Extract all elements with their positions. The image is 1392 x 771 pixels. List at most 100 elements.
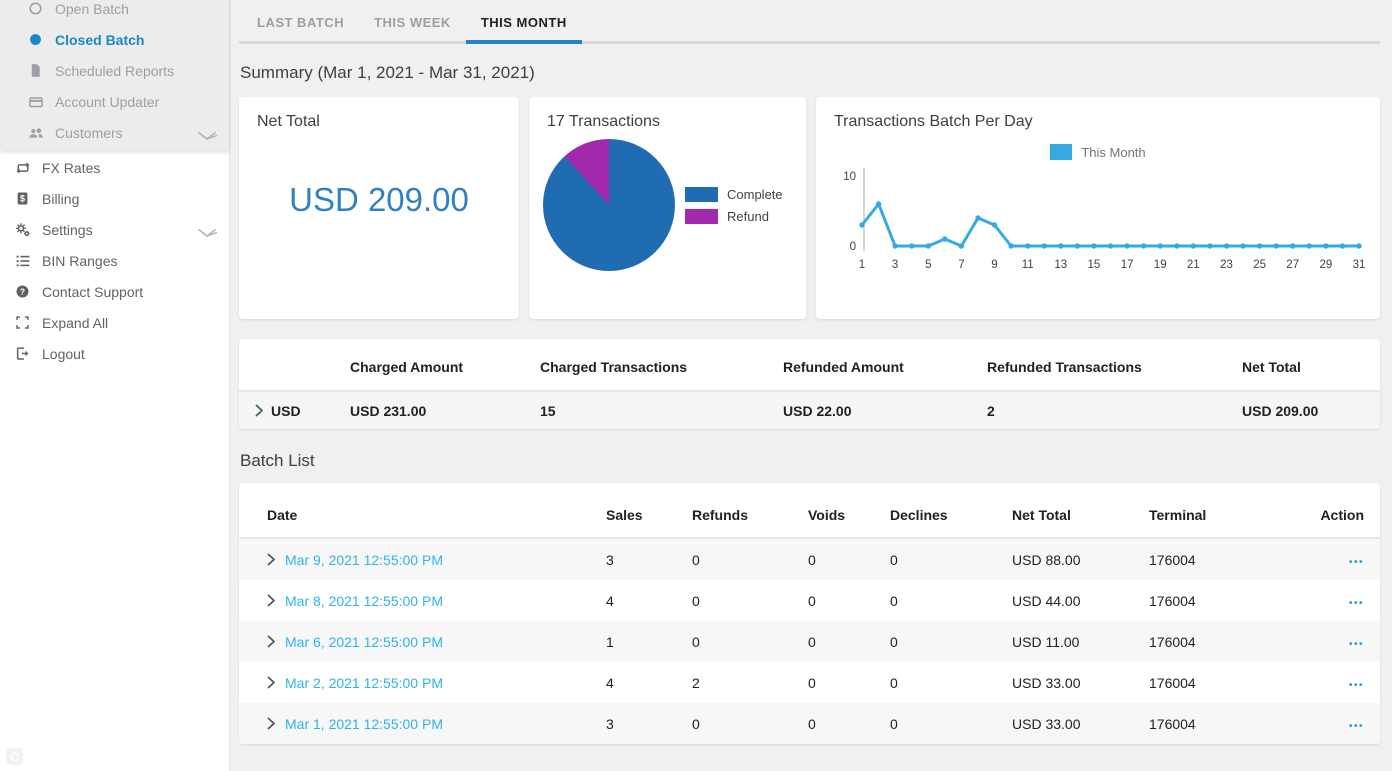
batch-date-cell: Mar 1, 2021 12:55:00 PM — [239, 716, 606, 732]
batch-declines: 0 — [890, 715, 898, 732]
chevron-right-icon — [255, 404, 264, 417]
batch-voids: 0 — [808, 551, 816, 568]
sidebar-item-account-updater[interactable]: Account Updater — [0, 86, 229, 117]
batch-date-link[interactable]: Mar 6, 2021 12:55:00 PM — [285, 634, 443, 650]
svg-text:9: 9 — [991, 259, 997, 271]
batch-table-header-cell: Declines — [890, 507, 948, 523]
svg-text:5: 5 — [925, 259, 931, 271]
batch-refunds: 2 — [692, 674, 700, 691]
sidebar-item-open-batch[interactable]: Open Batch — [0, 0, 229, 24]
chevron-down-icon[interactable] — [197, 225, 226, 241]
sidebar-item-expand-all[interactable]: Expand All — [0, 307, 229, 338]
summary-table-header-cell: Charged Amount — [350, 359, 464, 375]
batch-per-day-card-title: Transactions Batch Per Day — [834, 113, 1033, 130]
users-icon — [27, 124, 44, 141]
batch-date-cell: Mar 9, 2021 12:55:00 PM — [239, 552, 606, 568]
chevron-right-icon[interactable] — [267, 594, 276, 607]
row-actions-button[interactable]: ••• — [1349, 721, 1364, 732]
batch-sales: 3 — [606, 551, 614, 568]
svg-text:17: 17 — [1121, 259, 1134, 271]
sidebar-item-logout[interactable]: Logout — [0, 338, 229, 369]
batch-sales: 4 — [606, 674, 614, 691]
sidebar-item-bin-ranges[interactable]: BIN Ranges — [0, 245, 229, 276]
batch-date-cell: Mar 6, 2021 12:55:00 PM — [239, 634, 606, 650]
sidebar-item-label: Contact Support — [42, 283, 144, 300]
batch-voids: 0 — [808, 633, 816, 650]
transactions-card-title: 17 Transactions — [547, 113, 660, 130]
tab-this-month[interactable]: THIS MONTH — [465, 0, 582, 44]
sidebar: Open Batch Closed Batch Scheduled Reports A… — [0, 0, 230, 771]
summary-table-row: USD USD 231.00 15 USD 22.00 2 USD 209.00 — [239, 390, 1380, 429]
sidebar-item-customers[interactable]: Customers — [0, 117, 229, 148]
batch-table-header-cell: Action — [1320, 507, 1364, 523]
batch-table-header-cell: Terminal — [1149, 507, 1207, 523]
batch-voids: 0 — [808, 715, 816, 732]
sidebar-item-fx-rates[interactable]: FX Rates — [0, 152, 229, 183]
brand-logo-icon: C — [6, 748, 23, 765]
batch-sales: 1 — [606, 633, 614, 650]
row-actions-button[interactable]: ••• — [1349, 557, 1364, 568]
legend-label: Complete — [727, 186, 783, 202]
summary-table-header-row: Charged Amount Charged Transactions Refund… — [239, 339, 1380, 390]
svg-text:1: 1 — [859, 259, 865, 271]
batch-action-cell: ••• — [1309, 675, 1380, 691]
net-total-card-title: Net Total — [257, 113, 320, 130]
transactions-card: 17 Transactions Complete Refund — [529, 97, 806, 319]
tab-this-week[interactable]: THIS WEEK — [359, 0, 466, 44]
svg-text:10: 10 — [843, 171, 856, 183]
batch-date-link[interactable]: Mar 8, 2021 12:55:00 PM — [285, 593, 443, 609]
svg-text:23: 23 — [1220, 259, 1233, 271]
batch-list-heading: Batch List — [240, 451, 315, 470]
batch-declines: 0 — [890, 633, 898, 650]
legend-swatch — [685, 186, 718, 202]
summary-table-header-cell: Refunded Amount — [783, 359, 904, 375]
sidebar-item-label: Closed Batch — [55, 31, 145, 48]
sidebar-item-billing[interactable]: $ Billing — [0, 183, 229, 214]
chevron-right-icon[interactable] — [267, 717, 276, 730]
svg-text:13: 13 — [1054, 259, 1067, 271]
sidebar-item-label: Billing — [42, 190, 80, 207]
sidebar-item-closed-batch[interactable]: Closed Batch — [0, 24, 229, 55]
chevron-right-icon[interactable] — [267, 635, 276, 648]
tab-last-batch[interactable]: LAST BATCH — [242, 0, 359, 44]
batch-sales: 3 — [606, 715, 614, 732]
batch-terminal: 176004 — [1149, 633, 1196, 650]
sidebar-item-scheduled-reports[interactable]: Scheduled Reports — [0, 55, 229, 86]
summary-heading: Summary (Mar 1, 2021 - Mar 31, 2021) — [240, 63, 535, 82]
closed-batch-page: Open Batch Closed Batch Scheduled Reports A… — [0, 0, 1392, 771]
pie-legend-item-refund: Refund — [685, 208, 783, 224]
chevron-down-icon[interactable] — [197, 128, 226, 144]
batch-date-link[interactable]: Mar 2, 2021 12:55:00 PM — [285, 675, 443, 691]
svg-text:31: 31 — [1353, 259, 1366, 271]
batch-date-link[interactable]: Mar 1, 2021 12:55:00 PM — [285, 716, 443, 732]
filled-circle-icon — [27, 31, 44, 48]
summary-refunded-transactions: 2 — [987, 402, 995, 419]
transactions-pie-legend: Complete Refund — [685, 186, 783, 224]
summary-charged-amount: USD 231.00 — [350, 402, 427, 419]
transactions-pie-row: Complete Refund — [529, 139, 806, 271]
sidebar-item-contact-support[interactable]: ? Contact Support — [0, 276, 229, 307]
pie-legend-item-complete: Complete — [685, 186, 783, 202]
row-actions-button[interactable]: ••• — [1349, 680, 1364, 691]
sidebar-item-settings[interactable]: Settings — [0, 214, 229, 245]
batch-action-cell: ••• — [1309, 634, 1380, 650]
svg-text:25: 25 — [1253, 259, 1266, 271]
batch-action-cell: ••• — [1309, 593, 1380, 609]
row-actions-button[interactable]: ••• — [1349, 639, 1364, 650]
transactions-pie-chart — [543, 139, 675, 271]
batch-declines: 0 — [890, 551, 898, 568]
batch-voids: 0 — [808, 674, 816, 691]
help-icon: ? — [14, 283, 31, 300]
legend-swatch — [1050, 144, 1073, 160]
sidebar-item-label: Expand All — [42, 314, 109, 331]
chevron-right-icon[interactable] — [267, 676, 276, 689]
currency-expander[interactable]: USD — [239, 403, 350, 419]
sidebar-item-label: BIN Ranges — [42, 252, 118, 269]
chevron-right-icon[interactable] — [267, 553, 276, 566]
batch-net-total: USD 11.00 — [1012, 633, 1080, 650]
row-actions-button[interactable]: ••• — [1349, 598, 1364, 609]
svg-text:19: 19 — [1154, 259, 1167, 271]
batch-refunds: 0 — [692, 633, 700, 650]
summary-net-total: USD 209.00 — [1242, 402, 1319, 419]
batch-date-link[interactable]: Mar 9, 2021 12:55:00 PM — [285, 552, 443, 568]
